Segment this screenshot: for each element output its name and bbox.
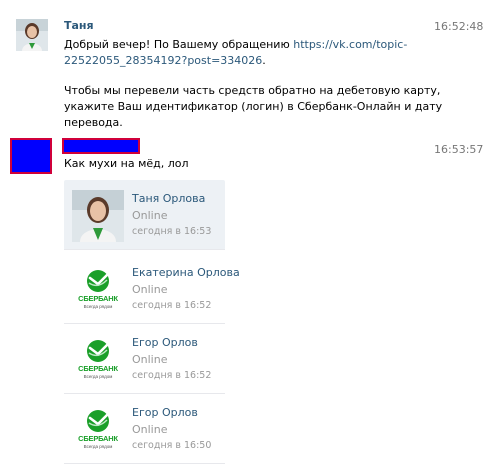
message-text-suffix: .	[262, 54, 266, 67]
contact-online-status: Online	[132, 209, 168, 222]
contact-online-status: Online	[132, 423, 168, 436]
shared-contact-card[interactable]: СБЕРБАНК Всегда рядом Егор Орлов Online сего…	[64, 324, 225, 394]
message-author-name[interactable]: Таня	[64, 19, 94, 32]
contact-last-seen: сегодня в 16:53	[132, 226, 212, 237]
contact-last-seen: сегодня в 16:50	[132, 440, 212, 451]
shared-contact-card[interactable]: СБЕРБАНК Всегда рядом Егор Орлов Online сего…	[64, 394, 225, 464]
message-paragraph-line: укажите Ваш идентификатор (логин) в Сбер…	[64, 100, 443, 113]
woman-photo-icon	[16, 19, 48, 51]
contact-name[interactable]: Таня Орлова	[132, 192, 205, 205]
contact-name[interactable]: Егор Орлов	[132, 336, 198, 349]
contact-online-status: Online	[132, 353, 168, 366]
shared-contact-card[interactable]: СБЕРБАНК Всегда рядом Екатерина Орлова Onli…	[64, 254, 240, 324]
message-text: Добрый вечер! По Вашему обращению https:…	[64, 37, 444, 131]
message-paragraph-line: перевода.	[64, 116, 123, 129]
message-timestamp[interactable]: 16:52:48	[434, 20, 483, 33]
topic-link-continued[interactable]: 22522055_28354192?post=334026	[64, 54, 262, 67]
contact-name[interactable]: Егор Орлов	[132, 406, 198, 419]
sberbank-logo-icon[interactable]: СБЕРБАНК Всегда рядом	[72, 264, 124, 316]
message-paragraph-line: Чтобы мы перевели часть средств обратно …	[64, 84, 441, 97]
contact-online-status: Online	[132, 283, 168, 296]
sberbank-logo-text: СБЕРБАНК	[78, 434, 118, 443]
shared-contact-card[interactable]: Таня Орлова Online сегодня в 16:53	[64, 180, 225, 250]
sberbank-logo-text: СБЕРБАНК	[78, 294, 118, 303]
card-divider	[64, 249, 225, 250]
sberbank-logo-icon[interactable]: СБЕРБАНК Всегда рядом	[72, 334, 124, 386]
sberbank-logo-text: СБЕРБАНК	[78, 364, 118, 373]
sberbank-slogan: Всегда рядом	[83, 374, 113, 379]
sberbank-logo-icon[interactable]: СБЕРБАНК Всегда рядом	[72, 404, 124, 456]
contact-name[interactable]: Екатерина Орлова	[132, 266, 240, 279]
message-timestamp[interactable]: 16:53:57	[434, 143, 483, 156]
author-avatar[interactable]	[16, 19, 48, 51]
sberbank-slogan: Всегда рядом	[83, 304, 113, 309]
redacted-author-name[interactable]	[62, 138, 140, 154]
contact-last-seen: сегодня в 16:52	[132, 300, 212, 311]
contact-last-seen: сегодня в 16:52	[132, 370, 212, 381]
topic-link[interactable]: https://vk.com/topic-	[293, 38, 407, 51]
message-text: Как мухи на мёд, лол	[64, 157, 189, 170]
redacted-avatar[interactable]	[10, 138, 52, 174]
sberbank-slogan: Всегда рядом	[83, 444, 113, 449]
card-divider	[64, 463, 225, 464]
contact-photo-avatar[interactable]	[72, 190, 124, 242]
message-text-line: Добрый вечер! По Вашему обращению	[64, 38, 294, 51]
